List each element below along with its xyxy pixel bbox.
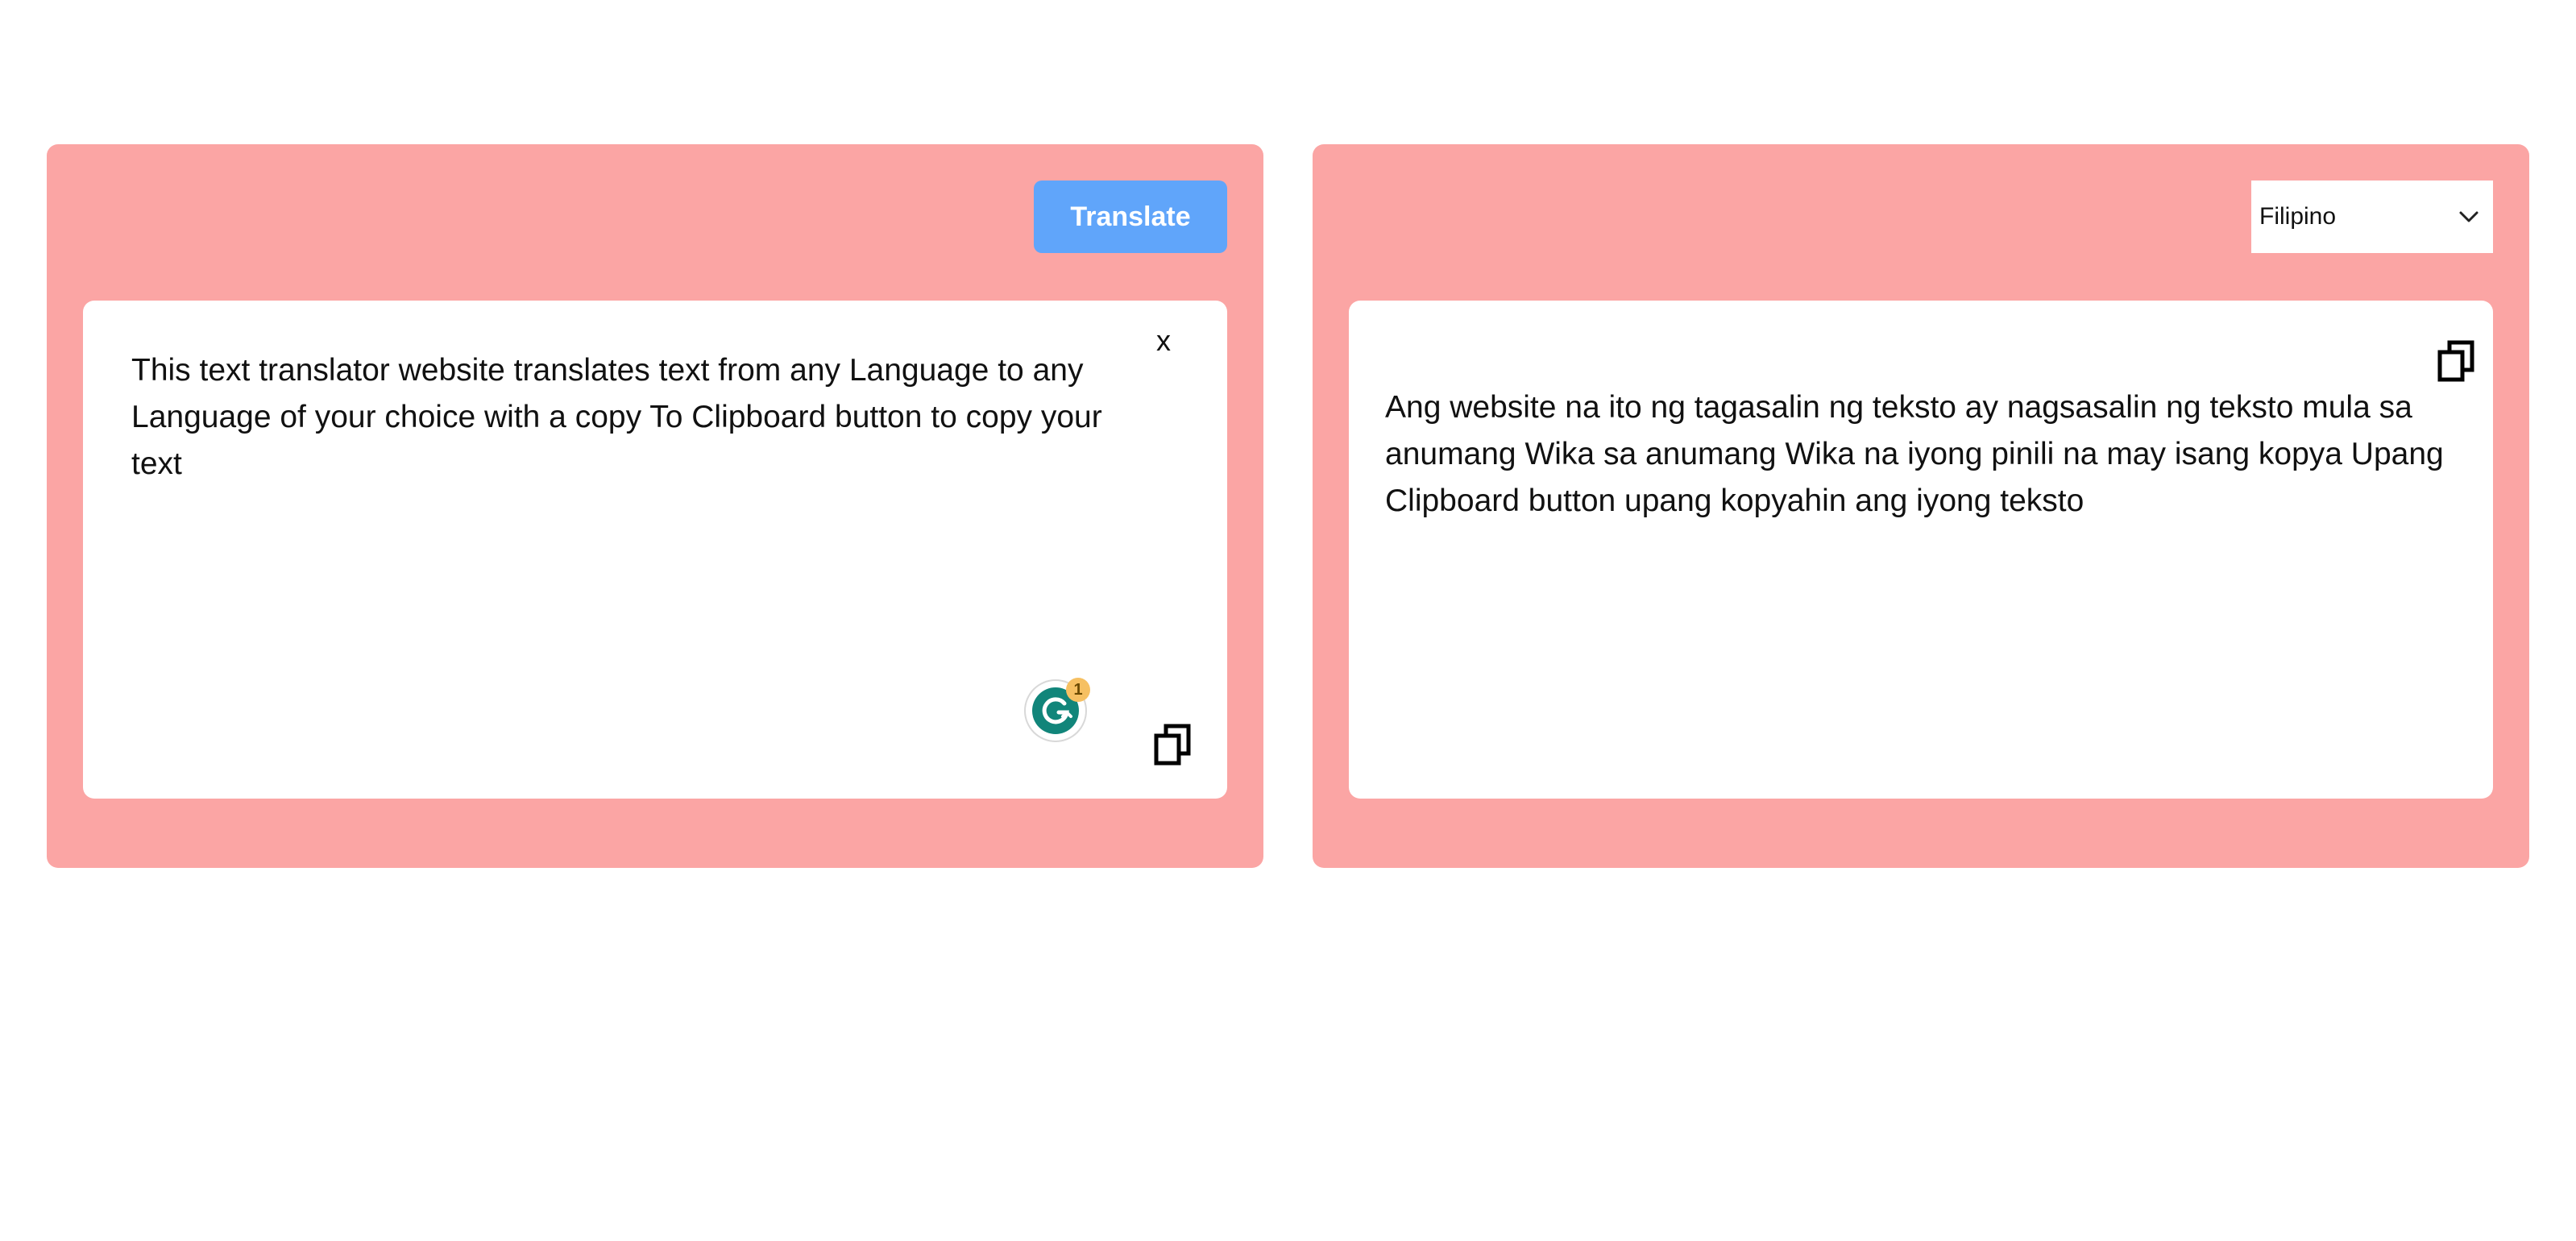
chevron-down-icon — [2459, 211, 2479, 222]
source-panel: Translate This text translator website t… — [47, 144, 1263, 868]
copy-icon[interactable] — [2437, 339, 2477, 383]
target-text-card: Ang website na ito ng tagasalin ng tekst… — [1349, 301, 2493, 799]
language-select[interactable]: Filipino — [2251, 181, 2493, 253]
translated-text: Ang website na ito ng tagasalin ng tekst… — [1385, 390, 2444, 518]
grammarly-icon[interactable]: 1 — [1026, 678, 1090, 741]
grammarly-count-badge: 1 — [1066, 678, 1090, 702]
clear-button[interactable]: x — [1151, 323, 1176, 359]
target-panel: Filipino Ang website na ito ng tagasalin… — [1313, 144, 2529, 868]
source-text-card: This text translator website translates … — [83, 301, 1227, 799]
source-text-area[interactable]: This text translator website translates … — [131, 347, 1122, 488]
copy-icon[interactable] — [1153, 723, 1193, 766]
language-select-value: Filipino — [2259, 203, 2337, 230]
translate-button[interactable]: Translate — [1034, 181, 1227, 253]
